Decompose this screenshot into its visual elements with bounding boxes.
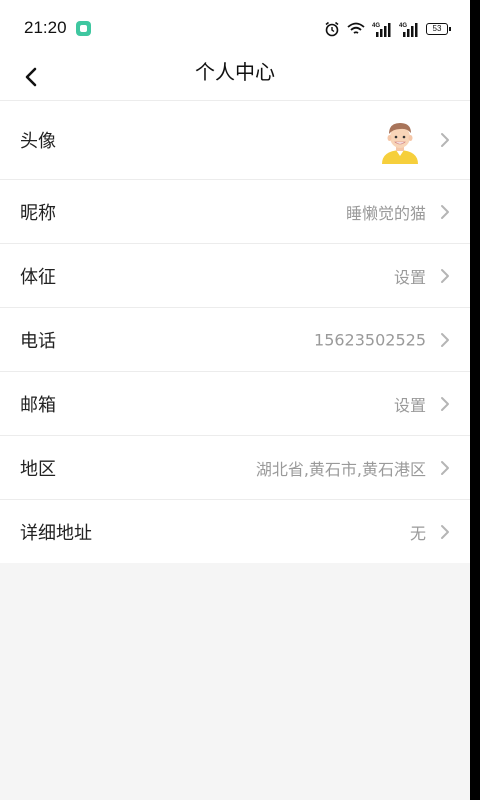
chevron-right-icon (441, 396, 449, 411)
address-value: 无 (409, 523, 426, 543)
phone-label: 电话 (20, 330, 56, 352)
status-icons: 4G 4G 53 (324, 20, 451, 38)
svg-text:4G: 4G (399, 23, 407, 29)
signal-4g-icon: 4G (372, 23, 391, 37)
email-row[interactable]: 邮箱 设置 (0, 371, 470, 435)
email-value: 设置 (393, 395, 426, 415)
email-label: 邮箱 (20, 394, 56, 416)
chevron-right-icon (441, 460, 449, 475)
alarm-icon (325, 21, 339, 37)
wifi-icon (347, 22, 365, 34)
nickname-label: 昵称 (20, 202, 56, 224)
status-time: 21:20 (24, 18, 67, 37)
chevron-right-icon (441, 133, 449, 147)
page-title: 个人中心 (195, 60, 275, 84)
region-label: 地区 (20, 458, 56, 480)
region-row[interactable]: 地区 湖北省,黄石市,黄石港区 (0, 435, 470, 499)
svg-text:4G: 4G (372, 23, 380, 29)
phone-value: 15623502525 (314, 330, 426, 349)
status-bar: 21:20 4G 4G 53 (0, 0, 470, 56)
body-signs-value: 设置 (393, 267, 426, 287)
body-signs-label: 体征 (20, 266, 56, 288)
nav-bar: 个人中心 (0, 56, 470, 100)
address-row[interactable]: 详细地址 无 (0, 499, 470, 563)
profile-list: 头像 昵称 睡懒觉的猫 体征 设置 电话 15623502525 邮箱 设置 地… (0, 100, 470, 563)
region-value: 湖北省,黄石市,黄石港区 (255, 459, 426, 479)
avatar-label: 头像 (20, 131, 56, 152)
battery-level: 53 (432, 24, 442, 33)
app-notification-icon (76, 21, 91, 36)
body-signs-row[interactable]: 体征 设置 (0, 243, 470, 307)
avatar (382, 123, 418, 164)
battery-icon: 53 (426, 23, 451, 35)
nickname-value: 睡懒觉的猫 (345, 203, 426, 223)
nickname-row[interactable]: 昵称 睡懒觉的猫 (0, 179, 470, 243)
address-label: 详细地址 (20, 522, 92, 544)
screen: 21:20 4G 4G 53 个人中心 头像 昵称 睡懒觉的猫 体征 设置 电话… (0, 0, 470, 800)
chevron-right-icon (441, 204, 449, 219)
avatar-row[interactable]: 头像 (0, 100, 470, 179)
chevron-right-icon (441, 268, 449, 283)
chevron-right-icon (441, 332, 449, 347)
signal-4g-icon: 4G (399, 23, 418, 37)
chevron-right-icon (441, 524, 449, 539)
phone-row[interactable]: 电话 15623502525 (0, 307, 470, 371)
